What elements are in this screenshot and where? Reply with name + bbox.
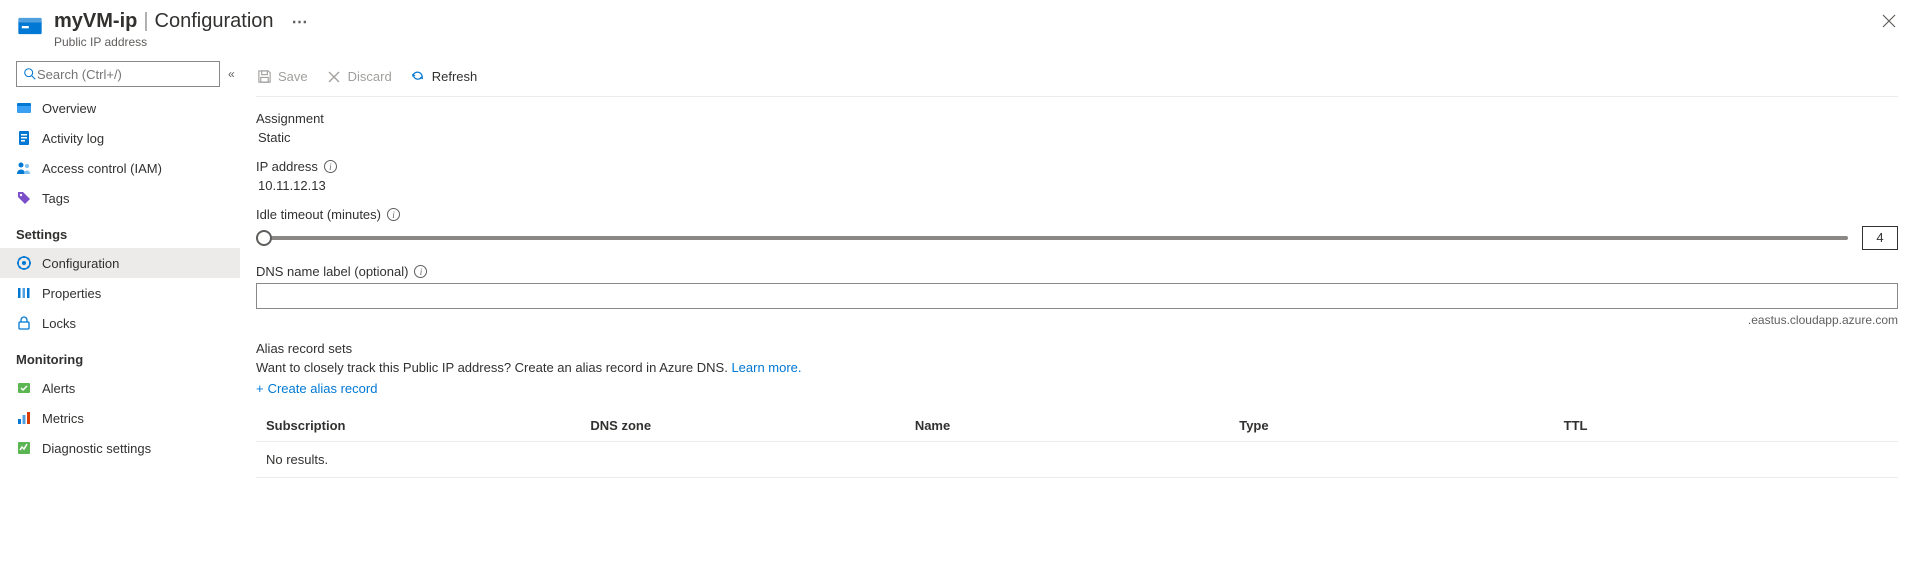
idle-timeout-slider[interactable] [256,228,1848,248]
resource-name: myVM-ip [54,10,137,33]
access-control-icon [16,160,32,176]
sidebar-item-tags[interactable]: Tags [0,183,240,213]
metrics-icon [16,410,32,426]
ip-address-field: IP address i 10.11.12.13 [256,159,1898,193]
gear-icon [16,255,32,271]
sidebar-item-overview[interactable]: Overview [0,93,240,123]
idle-timeout-label: Idle timeout (minutes) [256,207,381,222]
sidebar-item-configuration[interactable]: Configuration [0,248,240,278]
info-icon[interactable]: i [414,265,427,278]
lock-icon [16,315,32,331]
alias-table-header: Subscription DNS zone Name Type TTL [256,410,1898,442]
create-alias-button[interactable]: + Create alias record [256,381,1898,396]
dns-name-field: DNS name label (optional) i .eastus.clou… [256,264,1898,327]
tags-icon [16,190,32,206]
search-icon [23,67,37,81]
discard-button[interactable]: Discard [326,69,392,85]
alerts-icon [16,380,32,396]
sidebar-item-label: Locks [42,316,76,331]
info-icon[interactable]: i [387,208,400,221]
sidebar-item-label: Activity log [42,131,104,146]
overview-icon [16,100,32,116]
sidebar-item-label: Properties [42,286,101,301]
toolbar-label: Refresh [432,69,478,84]
toolbar-label: Discard [348,69,392,84]
activity-log-icon [16,130,32,146]
search-input-wrapper[interactable] [16,61,220,87]
alias-heading: Alias record sets [256,341,352,356]
sidebar-item-label: Diagnostic settings [42,441,151,456]
learn-more-link[interactable]: Learn more. [731,360,801,375]
sidebar-item-label: Metrics [42,411,84,426]
sidebar-group-settings: Settings [0,213,240,248]
sidebar-item-activity-log[interactable]: Activity log [0,123,240,153]
sidebar-item-properties[interactable]: Properties [0,278,240,308]
dns-name-input[interactable] [256,283,1898,309]
ip-value: 10.11.12.13 [256,178,1898,193]
close-button[interactable] [1882,14,1896,31]
ip-label: IP address [256,159,318,174]
slider-track-line [256,236,1848,240]
sidebar-item-locks[interactable]: Locks [0,308,240,338]
sidebar-item-label: Access control (IAM) [42,161,162,176]
slider-thumb[interactable] [256,230,272,246]
alias-records-section: Alias record sets Want to closely track … [256,341,1898,478]
refresh-button[interactable]: Refresh [410,69,478,85]
col-type: Type [1239,418,1563,433]
title-separator: | [143,10,148,33]
info-icon[interactable]: i [324,160,337,173]
dns-label: DNS name label (optional) [256,264,408,279]
refresh-icon [410,69,426,85]
collapse-sidebar-button[interactable]: « [228,67,235,81]
section-name: Configuration [155,10,274,33]
sidebar-item-label: Tags [42,191,69,206]
save-icon [256,69,272,85]
sidebar-search-input[interactable] [37,67,213,82]
save-button[interactable]: Save [256,69,308,85]
sidebar-item-metrics[interactable]: Metrics [0,403,240,433]
col-subscription: Subscription [266,418,590,433]
idle-timeout-field: Idle timeout (minutes) i 4 [256,207,1898,250]
sidebar-item-diagnostic-settings[interactable]: Diagnostic settings [0,433,240,463]
dns-suffix: .eastus.cloudapp.azure.com [256,313,1898,327]
sidebar: « Overview Activity log Access control (… [0,57,240,463]
idle-timeout-value[interactable]: 4 [1862,226,1898,250]
assignment-field: Assignment Static [256,111,1898,145]
discard-icon [326,69,342,85]
diagnostic-icon [16,440,32,456]
blade-header: myVM-ip | Configuration ⋯ Public IP addr… [0,0,1914,57]
assignment-value: Static [256,130,1898,145]
sidebar-item-label: Configuration [42,256,119,271]
public-ip-icon [16,12,44,40]
col-ttl: TTL [1564,418,1888,433]
sidebar-item-access-control[interactable]: Access control (IAM) [0,153,240,183]
assignment-label: Assignment [256,111,1898,126]
table-row: No results. [256,442,1898,478]
main-content: Save Discard Refresh Assignment Static I… [240,57,1914,512]
page-title: myVM-ip | Configuration ⋯ [54,10,1898,33]
col-dns-zone: DNS zone [590,418,914,433]
resource-type: Public IP address [54,35,1898,49]
sidebar-item-alerts[interactable]: Alerts [0,373,240,403]
create-alias-label: Create alias record [268,381,378,396]
properties-icon [16,285,32,301]
toolbar-label: Save [278,69,308,84]
plus-icon: + [256,381,264,396]
more-actions-button[interactable]: ⋯ [292,12,308,32]
col-name: Name [915,418,1239,433]
alias-description: Want to closely track this Public IP add… [256,360,1898,375]
sidebar-item-label: Overview [42,101,96,116]
sidebar-item-label: Alerts [42,381,75,396]
toolbar: Save Discard Refresh [256,57,1898,97]
sidebar-group-monitoring: Monitoring [0,338,240,373]
table-empty: No results. [266,452,590,467]
